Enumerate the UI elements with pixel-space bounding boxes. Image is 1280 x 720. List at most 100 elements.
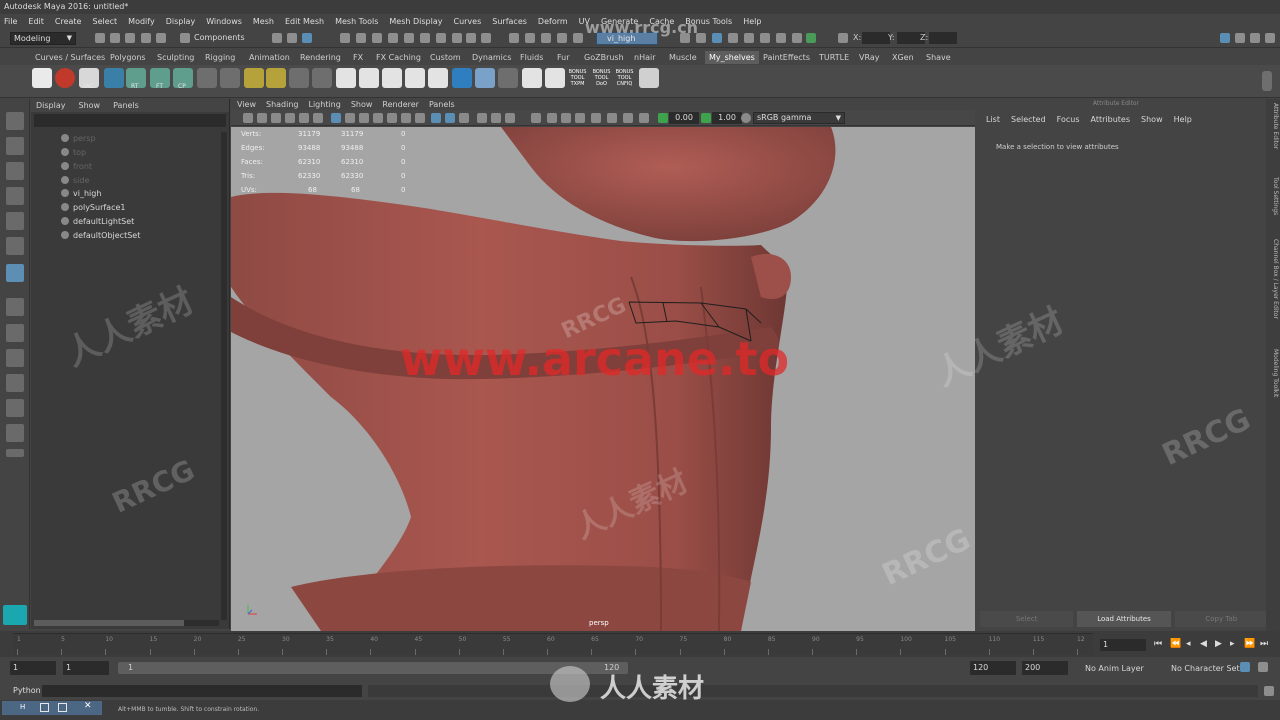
depth-of-field-icon[interactable] — [561, 113, 571, 123]
vp-menu-panels[interactable]: Panels — [429, 99, 455, 110]
exposure-icon[interactable] — [658, 113, 668, 123]
menu-mesh[interactable]: Mesh — [253, 17, 274, 26]
isolate-select-icon[interactable] — [531, 113, 541, 123]
outliner-item-defaultlightset[interactable]: defaultLightSet — [61, 216, 134, 228]
mask-question-icon[interactable] — [452, 33, 462, 43]
shelf-tab-animation[interactable]: Animation — [249, 51, 290, 64]
step-back-frame-icon[interactable]: ◂ — [1186, 639, 1191, 649]
bonus-tool-txpm-icon[interactable]: BONUS TOOL TXPM — [567, 69, 588, 91]
exposure-field[interactable]: 0.00 — [669, 112, 699, 124]
shelf-tab-gozbrush[interactable]: GoZBrush — [584, 51, 624, 64]
mask-uv-icon[interactable] — [388, 33, 398, 43]
menu-edit-mesh[interactable]: Edit Mesh — [285, 17, 324, 26]
use-all-lights-icon[interactable] — [401, 113, 411, 123]
anim-layer-dropdown[interactable]: No Anim Layer — [1085, 664, 1144, 673]
outliner-hscroll-thumb[interactable] — [34, 620, 184, 626]
shadows-icon[interactable] — [415, 113, 425, 123]
shelf-tab-rendering[interactable]: Rendering — [300, 51, 341, 64]
shelf-tool-2-icon[interactable] — [197, 68, 217, 88]
close-icon[interactable]: ✕ — [84, 701, 92, 711]
current-frame-field[interactable]: 1 — [1100, 639, 1146, 651]
shelf-options-icon[interactable] — [1262, 71, 1272, 91]
select-component-icon[interactable] — [302, 33, 312, 43]
render-settings-icon[interactable] — [744, 33, 754, 43]
live-object-field[interactable]: vi_high — [596, 32, 658, 45]
ae-menu-focus[interactable]: Focus — [1057, 115, 1080, 124]
outliner-menu-display[interactable]: Display — [36, 99, 66, 112]
outliner-vscrollbar[interactable] — [221, 132, 227, 620]
history-icon[interactable] — [680, 33, 690, 43]
motion-blur-icon[interactable] — [491, 113, 501, 123]
single-pane-icon[interactable] — [6, 298, 24, 316]
ninja-icon[interactable] — [55, 68, 75, 88]
menu-windows[interactable]: Windows — [206, 17, 242, 26]
smooth-shade-icon[interactable] — [345, 113, 355, 123]
step-forward-frame-icon[interactable]: ▸ — [1230, 639, 1235, 649]
playback-end-field[interactable]: 120 — [970, 661, 1016, 675]
outliner-item-defaultobjectset[interactable]: defaultObjectSet — [61, 230, 140, 242]
mask-edge-icon[interactable] — [356, 33, 366, 43]
gamma-icon[interactable] — [701, 113, 711, 123]
shelf-tab-sculpting[interactable]: Sculpting — [157, 51, 194, 64]
menu-file[interactable]: File — [4, 17, 17, 26]
xray-icon[interactable] — [431, 113, 441, 123]
ae-menu-help[interactable]: Help — [1174, 115, 1192, 124]
ae-menu-show[interactable]: Show — [1141, 115, 1163, 124]
move-tool-icon[interactable] — [6, 187, 24, 205]
snap-live-icon[interactable] — [573, 33, 583, 43]
xray-joints-icon[interactable] — [445, 113, 455, 123]
field-chart-icon[interactable] — [623, 113, 633, 123]
side-by-side-icon[interactable] — [6, 349, 24, 367]
step-forward-key-icon[interactable]: ⏩ — [1244, 639, 1255, 649]
mask-vertex-icon[interactable] — [340, 33, 350, 43]
bonus-tool-doo-icon[interactable]: BONUS TOOL DoO — [591, 69, 612, 91]
select-button[interactable]: Select — [980, 611, 1074, 627]
quad-draw-tool-icon[interactable] — [6, 264, 24, 282]
z-field[interactable] — [929, 32, 957, 44]
side-tab-channel-box[interactable]: Channel Box / Layer Editor — [1267, 239, 1279, 319]
grid-icon[interactable] — [299, 113, 309, 123]
transform-mode-icon[interactable] — [838, 33, 848, 43]
more-layouts-icon[interactable] — [6, 449, 24, 457]
shelf-tab-my-shelves[interactable]: My_shelves — [705, 51, 759, 64]
outliner-item-top[interactable]: top — [61, 147, 86, 159]
outliner-item-vi-high[interactable]: vi_high — [61, 188, 101, 200]
vp-menu-renderer[interactable]: Renderer — [382, 99, 419, 110]
play-backwards-icon[interactable]: ◀ — [1200, 639, 1207, 649]
gamma-field[interactable]: 1.00 — [712, 112, 742, 124]
save-scene-icon[interactable] — [125, 33, 135, 43]
bookmark-icon[interactable] — [271, 113, 281, 123]
resolution-gate-icon[interactable] — [591, 113, 601, 123]
mask-misc-icon[interactable] — [404, 33, 414, 43]
menu-curves[interactable]: Curves — [453, 17, 481, 26]
render-view-icon[interactable] — [696, 33, 706, 43]
vray-icon[interactable] — [792, 33, 802, 43]
layout-options-icon[interactable] — [6, 424, 24, 442]
outliner-item-polysurface1[interactable]: polySurface1 — [61, 202, 126, 214]
shelf-tool-10-icon[interactable] — [498, 68, 518, 88]
lock-icon[interactable] — [466, 33, 476, 43]
shelf-tab-curves-surfaces[interactable]: Curves / Surfaces — [35, 51, 105, 64]
ae-menu-list[interactable]: List — [986, 115, 1000, 124]
snap-icon[interactable] — [481, 33, 491, 43]
shelf-tab-painteffects[interactable]: PaintEffects — [763, 51, 810, 64]
snap-point-icon[interactable] — [541, 33, 551, 43]
xray-components-icon[interactable] — [459, 113, 469, 123]
vray-render-icon[interactable] — [806, 33, 816, 43]
paint-select-icon[interactable] — [6, 162, 24, 180]
menu-bonus-tools[interactable]: Bonus Tools — [685, 17, 732, 26]
scale-tool-icon[interactable] — [6, 237, 24, 255]
rotate-tool-icon[interactable] — [6, 212, 24, 230]
outliner-hscrollbar[interactable] — [34, 620, 219, 626]
wireframe-icon[interactable] — [331, 113, 341, 123]
shelf-tool-7-icon[interactable] — [312, 68, 332, 88]
shelf-tool-3-icon[interactable] — [220, 68, 240, 88]
redo-icon[interactable] — [156, 33, 166, 43]
menu-display[interactable]: Display — [166, 17, 196, 26]
command-input[interactable] — [42, 685, 362, 697]
shelf-tool-icon[interactable] — [104, 68, 124, 88]
shelf-tab-fx-caching[interactable]: FX Caching — [376, 51, 421, 64]
shelf-tab-vray[interactable]: VRay — [859, 51, 880, 64]
menu-generate[interactable]: Generate — [601, 17, 638, 26]
ae-menu-attributes[interactable]: Attributes — [1091, 115, 1131, 124]
